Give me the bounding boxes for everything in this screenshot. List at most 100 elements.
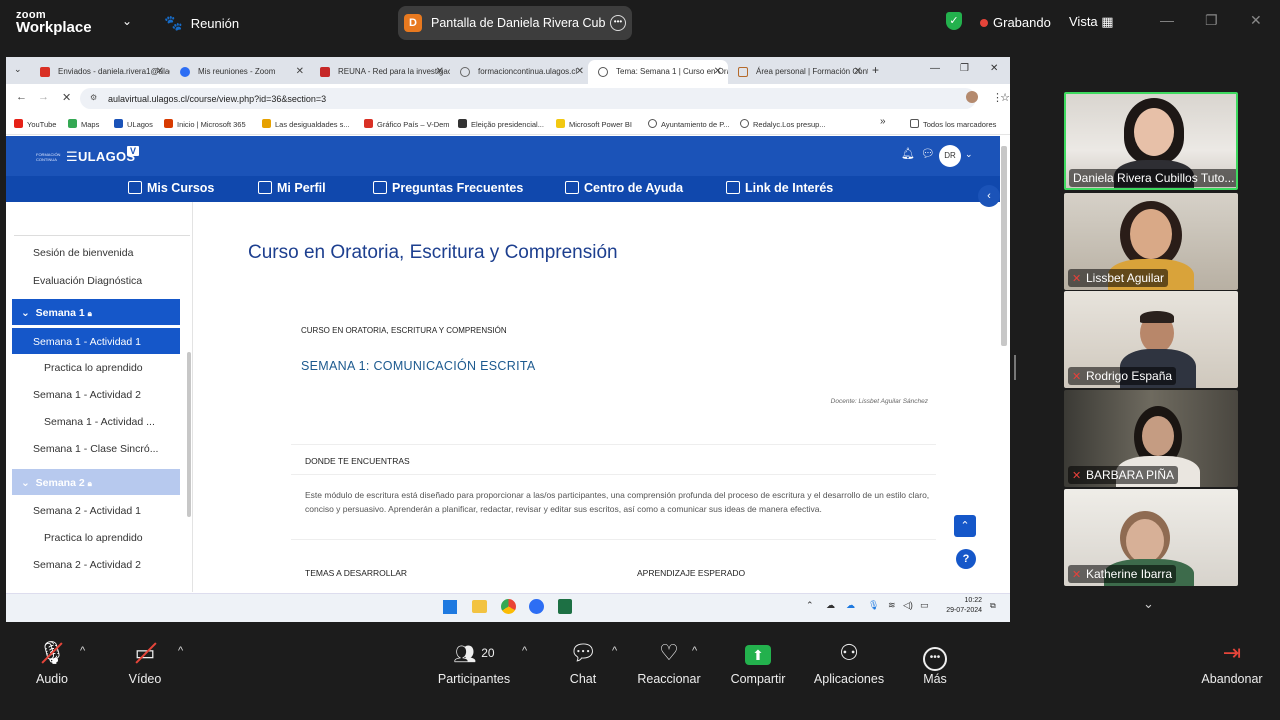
address-bar[interactable]: ⚙ aulavirtual.ulagos.cl/course/view.php?…	[80, 88, 1010, 109]
video-button[interactable]: ▭ Vídeo	[122, 640, 168, 686]
bookmark[interactable]: Inicio | Microsoft 365	[164, 119, 246, 129]
bookmark[interactable]: Maps	[68, 119, 99, 129]
chat-options-icon[interactable]: ^	[612, 645, 617, 657]
chevron-down-icon[interactable]: ⌄	[965, 149, 973, 160]
zoom-app-icon[interactable]	[529, 599, 544, 614]
nav-preguntas-frecuentes[interactable]: Preguntas Frecuentes	[373, 181, 523, 195]
browser-tab[interactable]: formacioncontinua.ulagos.cl ✕	[450, 60, 590, 84]
index-item[interactable]: Semana 2 - Actividad 2	[12, 559, 180, 571]
file-explorer-icon[interactable]	[472, 600, 487, 613]
excel-icon[interactable]	[558, 599, 572, 614]
browser-tab[interactable]: Área personal | Formación Continua✕	[728, 60, 868, 84]
shield-icon[interactable]: ✓	[946, 12, 962, 30]
panel-resize-handle[interactable]	[1014, 355, 1016, 380]
bookmark[interactable]: Redalyc.Los presup...	[740, 119, 826, 129]
chat-button[interactable]: 💬︎ Chat	[563, 640, 603, 686]
help-button[interactable]: ?	[956, 549, 976, 569]
index-item[interactable]: Evaluación Diagnóstica	[12, 275, 180, 287]
browser-tab-active[interactable]: Tema: Semana 1 | Curso en Oratoria✕	[588, 60, 728, 84]
wifi-icon[interactable]: ≋	[888, 600, 896, 611]
windows-start-icon[interactable]	[443, 600, 457, 614]
volume-icon[interactable]: ◁)	[903, 600, 913, 611]
leave-button[interactable]: ⇥ Abandonar	[1200, 640, 1264, 686]
page-scrollbar[interactable]	[1001, 146, 1007, 346]
tab-close-icon[interactable]: ✕	[436, 66, 444, 77]
clock-time[interactable]: 10:22	[932, 597, 982, 604]
cloud-icon[interactable]: ☁	[826, 600, 835, 611]
more-icon[interactable]: •••	[610, 15, 626, 31]
nav-mis-cursos[interactable]: Mis Cursos	[128, 181, 214, 195]
browser-tab[interactable]: Enviados - daniela.rivera1@ulagos.cl✕	[30, 60, 170, 84]
close-icon[interactable]: ✕	[990, 63, 998, 74]
tab-list-icon[interactable]: ⌄	[14, 64, 22, 75]
more-bookmarks-icon[interactable]: »	[880, 116, 886, 127]
nav-centro-de-ayuda[interactable]: Centro de Ayuda	[565, 181, 683, 195]
profile-avatar[interactable]	[966, 91, 978, 103]
chat-bubble-icon[interactable]: 💬︎	[921, 147, 935, 160]
onedrive-icon[interactable]: ☁	[846, 600, 855, 611]
screen-share-pill[interactable]: D Pantalla de Daniela Rivera Cubillos ••…	[398, 6, 632, 40]
bookmark[interactable]: Eleição presidencial...	[458, 119, 544, 129]
battery-icon[interactable]: ▭	[920, 600, 929, 611]
tab-close-icon[interactable]: ✕	[714, 66, 722, 77]
index-item[interactable]: Practica lo aprendido	[12, 532, 180, 544]
nav-link-de-interes[interactable]: Link de Interés	[726, 181, 833, 195]
bell-icon[interactable]: 🔔︎	[901, 147, 915, 160]
apps-button[interactable]: ⚇ Aplicaciones	[810, 640, 888, 686]
tab-close-icon[interactable]: ✕	[576, 66, 584, 77]
bookmark[interactable]: Las desigualdades s...	[262, 119, 350, 129]
react-options-icon[interactable]: ^	[692, 645, 697, 657]
mic-tray-icon[interactable]: 🎙︎	[868, 600, 879, 611]
recording-indicator[interactable]: Grabando	[980, 15, 1051, 30]
participant-tile[interactable]: ✕ BARBARA PIÑA	[1064, 390, 1238, 487]
bookmark[interactable]: ULagos	[114, 119, 153, 129]
chrome-icon[interactable]	[501, 599, 516, 614]
participant-tile[interactable]: ✕ Katherine Ibarra	[1064, 489, 1238, 586]
participant-tile[interactable]: ✕ Lissbet Aguilar	[1064, 193, 1238, 290]
close-icon[interactable]: ✕	[1250, 12, 1262, 29]
view-button[interactable]: Vista ▦	[1069, 14, 1114, 30]
index-item[interactable]: Semana 1 - Actividad 2	[12, 389, 180, 401]
back-icon[interactable]: ←	[16, 91, 27, 103]
nav-mi-perfil[interactable]: Mi Perfil	[258, 181, 326, 195]
index-item[interactable]: Semana 2 - Actividad 1	[12, 505, 180, 517]
chevron-down-icon[interactable]: ⌄	[1143, 596, 1154, 612]
participants-button[interactable]: 👥︎ 20 Participantes	[432, 640, 516, 686]
video-options-icon[interactable]: ^	[178, 645, 183, 657]
new-tab-icon[interactable]: +	[872, 63, 879, 77]
chevron-down-icon[interactable]: ⌄	[122, 14, 132, 28]
bookmark[interactable]: Todos los marcadores	[910, 119, 996, 129]
more-button[interactable]: ••• Más	[916, 640, 954, 686]
audio-options-icon[interactable]: ^	[80, 645, 85, 657]
bookmark[interactable]: Microsoft Power BI	[556, 119, 632, 129]
restore-icon[interactable]: ❐	[960, 63, 969, 74]
forward-icon[interactable]: →	[38, 91, 49, 103]
index-section-semana-2[interactable]: ⌄ Semana 2 🔒︎	[12, 469, 180, 495]
participants-options-icon[interactable]: ^	[522, 645, 527, 657]
site-info-icon[interactable]: ⚙	[90, 93, 97, 102]
meeting-menu[interactable]: 🐾 Reunión	[164, 14, 239, 32]
minimize-icon[interactable]: —	[1160, 12, 1174, 28]
participant-tile[interactable]: ✕ Rodrigo España	[1064, 291, 1238, 388]
audio-button[interactable]: 🎙︎ Audio	[30, 640, 74, 686]
tray-chevron-icon[interactable]: ⌃	[806, 600, 814, 611]
participant-tile-active-speaker[interactable]: Daniela Rivera Cubillos Tuto...	[1064, 92, 1238, 190]
index-item[interactable]: Semana 1 - Actividad ...	[12, 416, 180, 428]
reload-icon[interactable]: ✕	[62, 91, 71, 104]
tab-close-icon[interactable]: ✕	[854, 66, 862, 77]
tab-close-icon[interactable]: ✕	[296, 66, 304, 77]
drawer-toggle-icon[interactable]: ‹	[978, 185, 1000, 207]
sidebar-scrollbar[interactable]	[187, 352, 191, 517]
index-item[interactable]: Semana 1 - Clase Sincró...	[12, 443, 180, 455]
user-avatar[interactable]: DR	[939, 145, 961, 167]
clock-date[interactable]: 29-07-2024	[932, 607, 982, 614]
bookmark[interactable]: Gráfico País – V-Dem	[364, 119, 450, 129]
bookmark[interactable]: Ayuntamiento de P...	[648, 119, 730, 129]
index-item[interactable]: Practica lo aprendido	[12, 362, 180, 374]
minimize-icon[interactable]: —	[930, 63, 940, 74]
index-section-semana-1[interactable]: ⌄ Semana 1 🔒︎	[12, 299, 180, 325]
scroll-top-icon[interactable]: ⌃	[954, 515, 976, 537]
site-logo[interactable]: ☰ULAGOS	[66, 149, 135, 165]
browser-menu-icon[interactable]: ⋮	[992, 91, 1003, 104]
restore-icon[interactable]: ❐	[1205, 12, 1218, 29]
